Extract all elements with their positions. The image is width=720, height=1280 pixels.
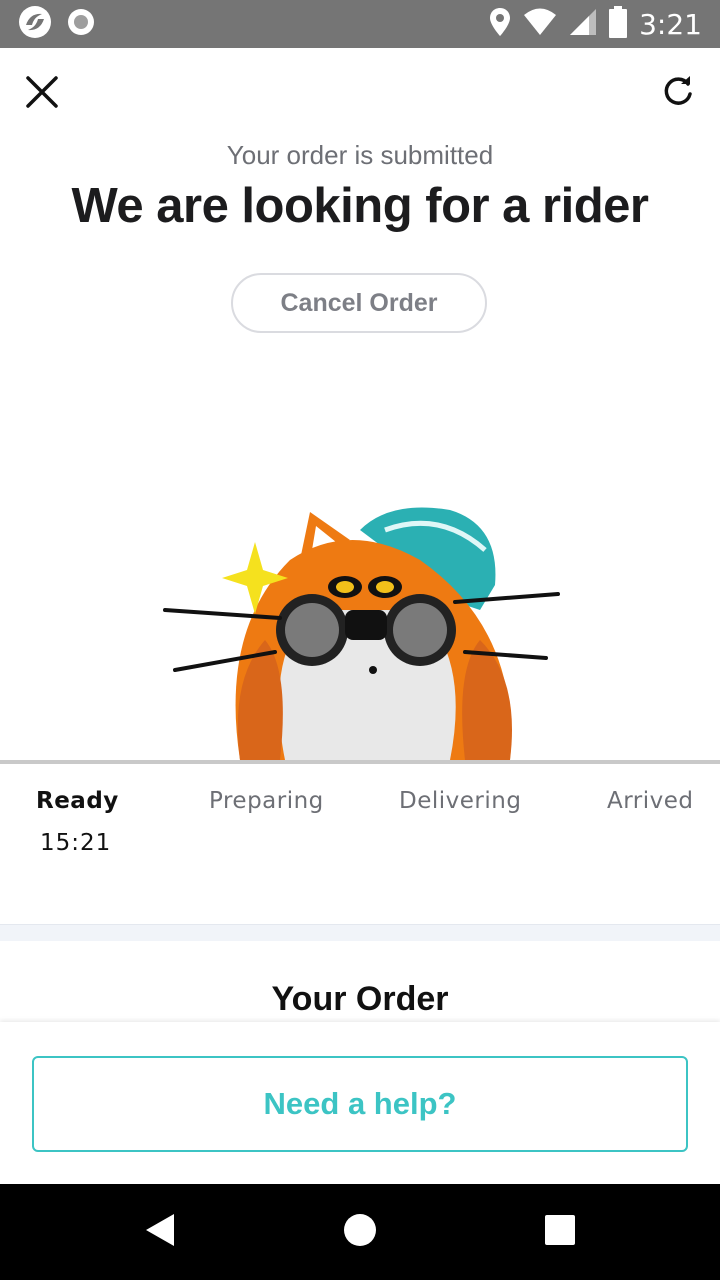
- step-preparing: Preparing: [209, 788, 324, 814]
- app-logo-icon: [18, 5, 52, 44]
- signal-icon: [569, 8, 597, 41]
- cancel-order-button[interactable]: Cancel Order: [231, 273, 487, 333]
- location-icon: [489, 7, 511, 42]
- your-order-heading: Your Order: [271, 980, 449, 1018]
- ground-line: [0, 760, 720, 764]
- step-ready: Ready: [36, 788, 119, 814]
- record-icon: [66, 7, 96, 42]
- step-delivering: Delivering: [399, 788, 522, 814]
- home-icon: [343, 1213, 377, 1252]
- step-arrived: Arrived: [607, 788, 694, 814]
- refresh-icon: [661, 75, 695, 114]
- need-help-button[interactable]: Need a help?: [32, 1056, 688, 1152]
- battery-icon: [609, 5, 628, 43]
- system-nav-bar: [0, 1184, 720, 1280]
- refresh-button[interactable]: [652, 68, 704, 120]
- section-divider: [0, 924, 720, 941]
- order-status-subtitle: Your order is submitted: [226, 140, 494, 170]
- page-title: We are looking for a rider: [71, 179, 649, 233]
- bottom-action-sheet: Need a help?: [0, 1022, 720, 1184]
- status-bar: 3:21: [0, 0, 720, 48]
- cat-binoculars-illustration: [150, 490, 570, 765]
- close-icon: [25, 75, 59, 114]
- status-time: 3:21: [639, 7, 702, 41]
- back-button[interactable]: [136, 1208, 184, 1256]
- home-button[interactable]: [336, 1208, 384, 1256]
- wifi-icon: [523, 8, 557, 41]
- recents-icon: [545, 1214, 575, 1250]
- close-button[interactable]: [16, 68, 68, 120]
- step-ready-time: 15:21: [40, 830, 112, 856]
- recents-button[interactable]: [536, 1208, 584, 1256]
- back-icon: [144, 1212, 176, 1253]
